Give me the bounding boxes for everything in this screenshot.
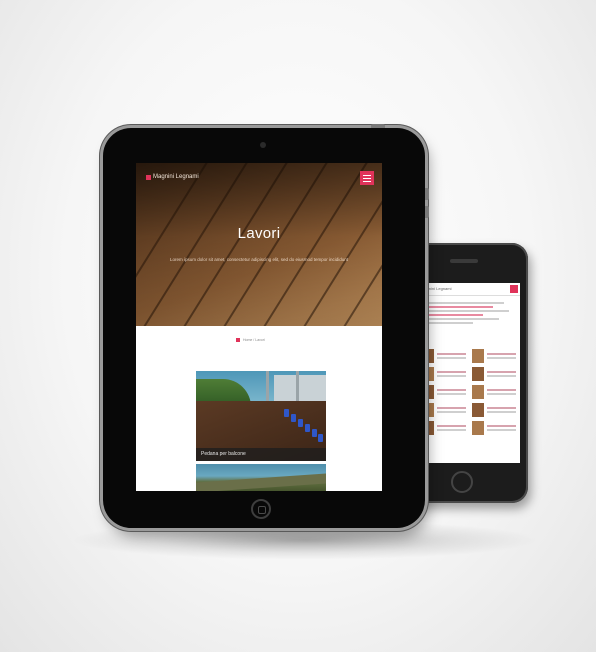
home-icon [236,338,240,342]
tablet-power-button [371,124,385,128]
list-item[interactable] [472,349,516,363]
phone-header: Magnini Legnami [418,283,520,296]
phone-product-grid [422,349,516,439]
logo-mark-icon [146,174,151,180]
tablet-camera [260,142,266,148]
page-subtitle: Lorem ipsum dolor sit amet, consectetur … [169,257,349,262]
phone-menu-button[interactable] [510,285,518,293]
project-card-caption: Pedana per balcone [196,448,326,461]
phone-screen: Magnini Legnami [418,283,520,463]
list-item[interactable] [472,367,516,381]
project-card[interactable] [196,464,326,491]
list-item[interactable] [422,367,466,381]
phone-intro-text [418,296,520,324]
hamburger-menu-icon[interactable] [360,171,374,185]
tablet-screen: Magnini Legnami Lavori Lorem ipsum dolor… [136,163,382,491]
tablet-home-button[interactable] [251,499,271,519]
site-logo-text: Magnini Legnami [153,174,199,180]
list-item[interactable] [472,421,516,435]
site-logo[interactable]: Magnini Legnami [146,174,199,180]
phone-home-button[interactable] [451,471,473,493]
breadcrumb[interactable]: Home / Lavori [236,338,265,342]
breadcrumb-text: Home / Lavori [243,338,265,342]
project-card[interactable]: Pedana per balcone [196,371,326,461]
list-item[interactable] [422,349,466,363]
list-item[interactable] [422,385,466,399]
list-item[interactable] [422,421,466,435]
page-title: Lavori [237,225,281,242]
tablet-volume-down-button [425,206,429,218]
tablet-volume-up-button [425,188,429,200]
tablet-device: Magnini Legnami Lavori Lorem ipsum dolor… [103,124,429,528]
project-card-title: Pedana per balcone [201,451,246,457]
list-item[interactable] [422,403,466,417]
phone-site-logo[interactable]: Magnini Legnami [421,286,451,291]
list-item[interactable] [472,385,516,399]
hero-banner: Magnini Legnami Lavori Lorem ipsum dolor… [136,163,382,326]
list-item[interactable] [472,403,516,417]
phone-speaker [450,259,478,263]
